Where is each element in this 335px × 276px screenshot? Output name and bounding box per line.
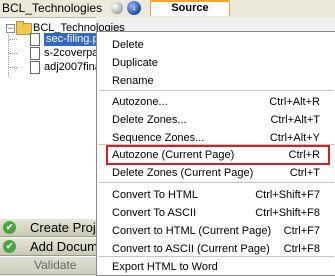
menu-item-shortcut: Ctrl+Alt+Y xyxy=(269,132,320,144)
create-project-label: Create Proj xyxy=(30,220,96,235)
check-icon: ✔ xyxy=(3,240,16,253)
menu-item-label: Convert To ASCII xyxy=(112,207,197,219)
menu-item-shortcut: Ctrl+Shift+F7 xyxy=(255,189,320,201)
menu-item-label: Delete Zones... xyxy=(112,114,187,126)
menu-item-autozone-current-page[interactable]: Autozone (Current Page) Ctrl+R xyxy=(97,147,335,163)
tree-connector xyxy=(9,53,17,54)
menu-item-label: Sequence Zones... xyxy=(112,132,205,144)
menu-separator xyxy=(99,90,334,91)
menu-item-label: Convert to HTML (Current Page) xyxy=(112,225,272,237)
menu-item-shortcut: Ctrl+T xyxy=(289,167,320,179)
tree-connector xyxy=(9,67,17,68)
menu-item-label: Convert To HTML xyxy=(112,189,198,201)
menu-item-shortcut: Ctrl+Alt+R xyxy=(269,96,320,108)
menu-item-label: Delete Zones (Current Page) xyxy=(112,167,254,179)
create-project-button[interactable]: ✔ Create Proj xyxy=(0,218,96,237)
status-circle-icon[interactable] xyxy=(111,2,123,14)
menu-item-autozone[interactable]: Autozone... Ctrl+Alt+R xyxy=(97,94,335,110)
validate-label: Validate xyxy=(34,258,77,272)
add-document-label: Add Docum xyxy=(30,239,98,254)
menu-item-label: Rename xyxy=(112,75,154,87)
menu-item-convert-to-html-current-page[interactable]: Convert to HTML (Current Page) Ctrl+F7 xyxy=(97,223,335,239)
tree-connector xyxy=(9,39,17,40)
menu-item-shortcut: Ctrl+F7 xyxy=(283,225,320,237)
validate-button[interactable]: Validate xyxy=(0,256,96,275)
project-tree: − BCL_Technologies sec-filing.pdf s-2cov… xyxy=(0,17,125,218)
tree-file-label: adj2007fina xyxy=(44,61,101,73)
context-menu: Delete Duplicate Rename Autozone... Ctrl… xyxy=(96,31,335,276)
project-title: BCL_Technologies xyxy=(2,1,103,15)
menu-item-shortcut: Ctrl+Shift+F8 xyxy=(255,207,320,219)
menu-item-rename[interactable]: Rename xyxy=(97,73,335,89)
menu-item-duplicate[interactable]: Duplicate xyxy=(97,55,335,71)
menu-item-delete-zones-current-page[interactable]: Delete Zones (Current Page) Ctrl+T xyxy=(97,165,335,181)
download-arrow-icon[interactable]: ↓ xyxy=(127,1,141,15)
menu-item-shortcut: Ctrl+R xyxy=(288,149,320,161)
menu-item-label: Duplicate xyxy=(112,57,158,69)
menu-item-label: Export HTML to Word xyxy=(112,261,218,273)
file-icon xyxy=(30,47,40,60)
menu-separator xyxy=(99,182,334,183)
menu-item-shortcut: Ctrl+F8 xyxy=(283,243,320,255)
tab-source[interactable]: Source xyxy=(150,0,230,16)
menu-item-convert-to-html[interactable]: Convert To HTML Ctrl+Shift+F7 xyxy=(97,187,335,203)
menu-item-delete[interactable]: Delete xyxy=(97,37,335,53)
header-bar: BCL_Technologies ↓ Source xyxy=(0,0,335,17)
menu-item-shortcut: Ctrl+Alt+T xyxy=(270,114,320,126)
file-icon xyxy=(30,61,40,74)
menu-item-convert-to-ascii[interactable]: Convert To ASCII Ctrl+Shift+F8 xyxy=(97,205,335,221)
add-document-button[interactable]: ✔ Add Docum xyxy=(0,237,98,256)
menu-item-export-html-to-word[interactable]: Export HTML to Word xyxy=(97,259,335,275)
file-icon xyxy=(30,33,40,46)
menu-item-label: Convert to ASCII (Current Page) xyxy=(112,243,270,255)
menu-item-label: Autozone (Current Page) xyxy=(112,149,235,161)
menu-item-convert-to-ascii-current-page[interactable]: Convert to ASCII (Current Page) Ctrl+F8 xyxy=(97,241,335,257)
menu-item-label: Autozone... xyxy=(112,96,168,108)
menu-item-delete-zones[interactable]: Delete Zones... Ctrl+Alt+T xyxy=(97,112,335,128)
menu-item-label: Delete xyxy=(112,39,144,51)
menu-separator xyxy=(99,256,334,257)
check-icon: ✔ xyxy=(3,221,16,234)
